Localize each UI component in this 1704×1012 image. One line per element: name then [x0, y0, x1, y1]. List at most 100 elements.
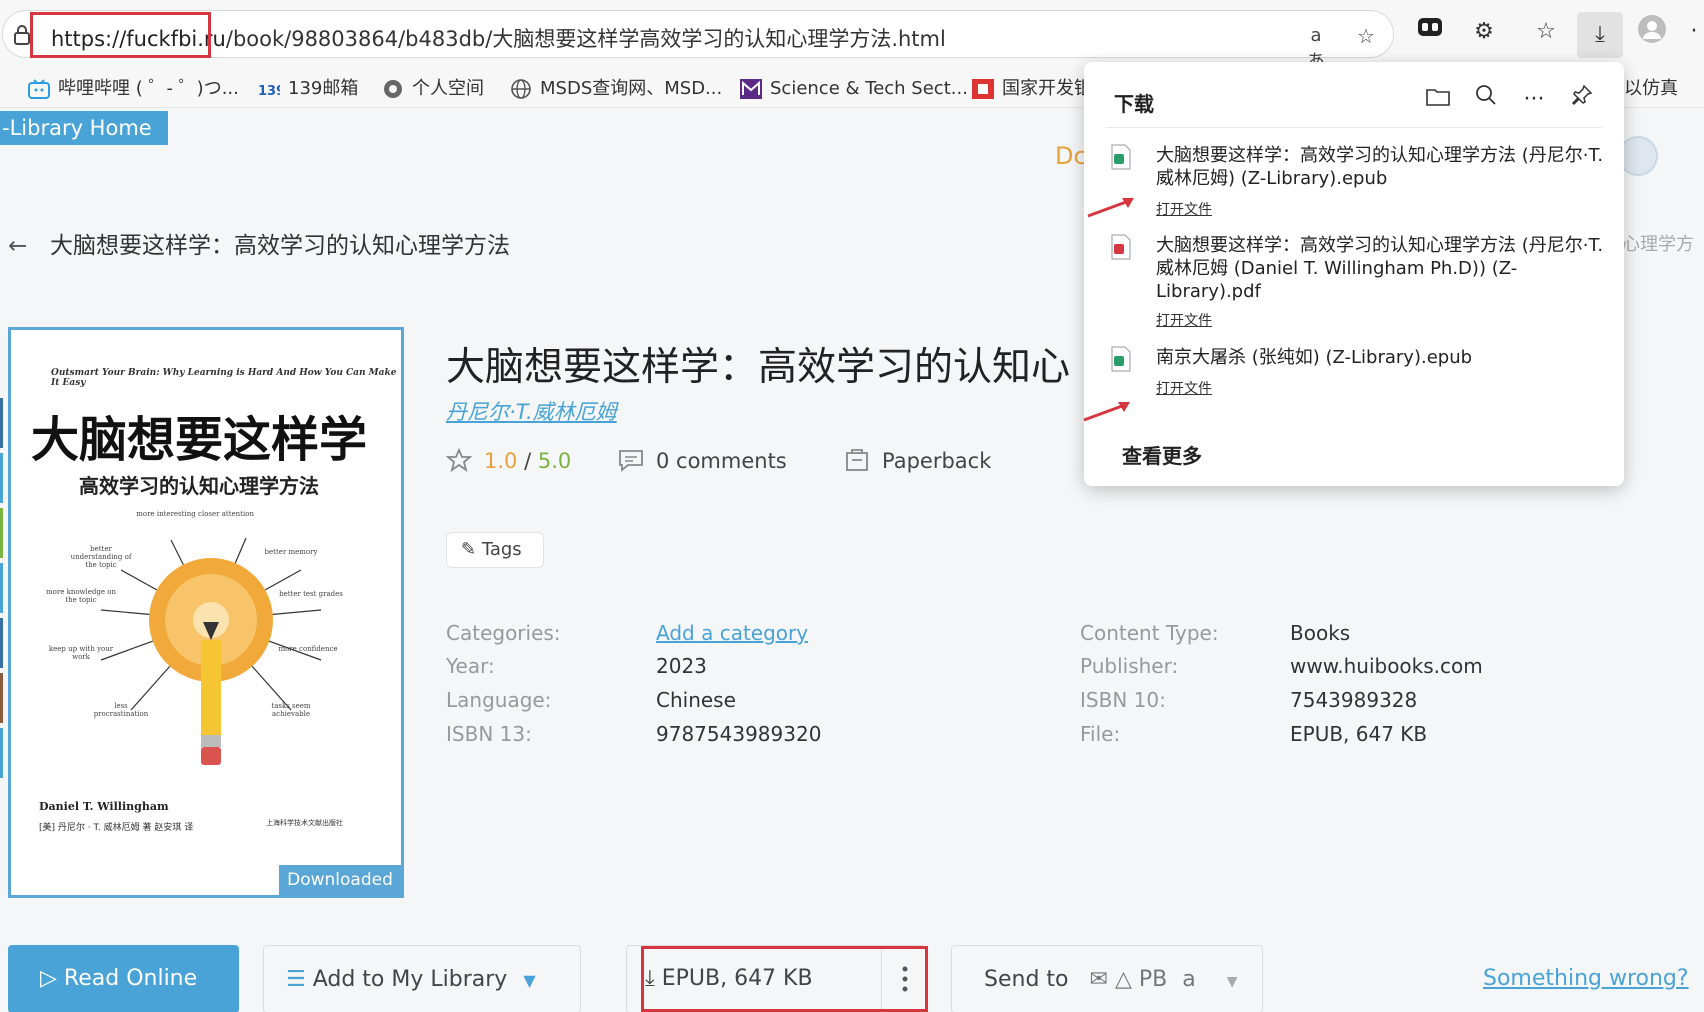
rating-value: 1.0 [484, 449, 518, 473]
favorite-star-icon[interactable]: ☆ [1353, 23, 1379, 49]
lock-icon[interactable] [13, 25, 31, 45]
side-strip [0, 453, 3, 503]
right-title-fragment: 心理学方 [1622, 234, 1694, 255]
extensions-icon[interactable]: ⚙ [1466, 14, 1502, 50]
back-arrow-icon[interactable]: ← [8, 233, 36, 259]
rating[interactable]: 1.0 / 5.0 [446, 448, 571, 473]
mail-icon: ✉ [1089, 967, 1108, 992]
detail-value: Books [1290, 621, 1351, 645]
detail-value: Chinese [656, 688, 736, 712]
side-strip [0, 673, 3, 723]
pin-icon[interactable] [1566, 84, 1598, 116]
side-strip [0, 563, 3, 613]
space-icon [384, 80, 402, 98]
downloads-panel-title: 下载 [1114, 92, 1154, 116]
more-options-icon[interactable]: ··· [1518, 84, 1550, 116]
breadcrumb: ← 大脑想要这样学：高效学习的认知心理学方法 [8, 226, 510, 260]
bank-icon [972, 79, 994, 99]
bookmark-msds[interactable]: MSDS查询网、MSD... [510, 74, 722, 104]
panel-separator [1106, 127, 1602, 128]
cover-author-cn: [美] 丹尼尔 · T. 威林厄姆 著 赵安琪 译 [39, 823, 194, 833]
cover-title: 大脑想要这样学 [31, 412, 368, 468]
rating-separator: / [517, 449, 538, 473]
library-icon: ☰ [286, 967, 313, 992]
add-category-link[interactable]: Add a category [656, 621, 808, 645]
book-title: 大脑想要这样学：高效学习的认知心 [446, 345, 1071, 390]
book-cover[interactable]: Outsmart Your Brain: Why Learning is Har… [8, 327, 404, 898]
author-link[interactable]: 丹尼尔·T.威林厄姆 [446, 396, 617, 426]
comment-icon [619, 450, 643, 472]
cover-label: less procrastination [93, 702, 149, 718]
download-item-name[interactable]: 大脑想要这样学：高效学习的认知心理学方法 (丹尼尔·T.威林厄姆 (Daniel… [1156, 234, 1606, 303]
search-icon[interactable] [1470, 84, 1502, 116]
cover-label: more confidence [278, 645, 338, 653]
comments[interactable]: 0 comments [618, 448, 787, 473]
downloaded-badge: Downloaded [279, 865, 401, 895]
download-highlight-box [641, 946, 928, 1012]
detail-label: ISBN 10: [1080, 688, 1166, 712]
open-file-link[interactable]: 打开文件 [1156, 310, 1212, 330]
send-to-button[interactable]: Send to ✉ △ PB a ▼ [951, 945, 1263, 1012]
read-aloud-icon[interactable]: aあ [1303, 23, 1329, 72]
partial-link-text[interactable]: Dc [1055, 142, 1087, 170]
cover-label: keep up with your work [48, 645, 114, 661]
read-online-button[interactable]: ▷ Read Online [8, 945, 239, 1012]
bookmark-simulation[interactable]: 以仿真 [1624, 74, 1678, 104]
bookmark-139mail[interactable]: 139139邮箱 [258, 74, 358, 104]
cover-subtitle-en: Outsmart Your Brain: Why Learning is Har… [51, 368, 397, 388]
download-item-name[interactable]: 南京大屠杀 (张纯如) (Z-Library).epub [1156, 346, 1606, 369]
downloads-icon[interactable]: ⤓ [1577, 12, 1623, 58]
user-avatar[interactable] [1618, 136, 1658, 176]
side-strip [0, 618, 3, 668]
more-dots-icon[interactable]: · [1684, 14, 1704, 50]
detail-label: Categories: [446, 621, 561, 645]
folder-icon[interactable] [1422, 84, 1454, 116]
detail-label: Language: [446, 688, 552, 712]
drive-icon: △ [1114, 967, 1132, 992]
pdf-file-icon [1111, 234, 1131, 260]
pencil-icon: ✎ [461, 539, 482, 560]
epub-file-icon [1111, 144, 1131, 170]
cover-label: tasks seem achievable [271, 702, 311, 718]
cover-label: better understanding of the topic [70, 545, 132, 569]
tab-actions-icon[interactable] [1412, 14, 1448, 50]
library-home-link[interactable]: -Library Home [0, 111, 168, 145]
chevron-down-icon: ▼ [523, 971, 536, 990]
cover-label: better test grades [279, 590, 343, 598]
cover-label: closer attention [198, 510, 254, 518]
epub-file-icon [1111, 346, 1131, 372]
favorites-icon[interactable]: ☆ [1528, 14, 1564, 50]
cover-subtitle-cn: 高效学习的认知心理学方法 [79, 474, 319, 498]
open-file-link[interactable]: 打开文件 [1156, 199, 1212, 219]
download-item-name[interactable]: 大脑想要这样学：高效学习的认知心理学方法 (丹尼尔·T.威林厄姆) (Z-Lib… [1156, 144, 1606, 190]
play-icon: ▷ [40, 966, 64, 991]
profile-avatar[interactable] [1634, 14, 1670, 50]
detail-value: 7543989328 [1290, 688, 1418, 712]
downloads-panel: 下载 ··· 大脑想要这样学：高效学习的认知心理学方法 (丹尼尔·T.威林厄姆)… [1084, 62, 1624, 486]
red-arrow-annotation [1083, 402, 1130, 422]
mail139-icon: 139 [258, 84, 280, 99]
detail-label: Publisher: [1080, 654, 1179, 678]
bookmark-personal-space[interactable]: 个人空间 [382, 74, 484, 104]
detail-value: EPUB, 647 KB [1290, 722, 1428, 746]
amazon-icon: a [1182, 967, 1196, 992]
bilibili-icon [28, 79, 50, 99]
side-strip [0, 508, 3, 558]
see-more-link[interactable]: 查看更多 [1122, 440, 1202, 469]
bookmark-science-tech[interactable]: Science & Tech Sect... [740, 74, 968, 104]
detail-label: Content Type: [1080, 621, 1219, 645]
cover-author-en: Daniel T. Willingham [39, 800, 169, 813]
something-wrong-link[interactable]: Something wrong? [1483, 966, 1689, 991]
detail-label: Year: [446, 654, 495, 678]
browser-toolbar: https://fuckfbi.ru/book/98803864/b483db/… [0, 0, 1704, 72]
detail-value: 2023 [656, 654, 707, 678]
detail-value: 9787543989320 [656, 722, 822, 746]
cover-label: better memory [264, 548, 318, 556]
rating-max: 5.0 [537, 449, 572, 473]
open-file-link[interactable]: 打开文件 [1156, 378, 1212, 398]
bookmark-bank[interactable]: 国家开发银 [972, 74, 1092, 104]
tags-button[interactable]: ✎ Tags [446, 532, 544, 568]
bookmark-bilibili[interactable]: 哔哩哔哩 ( ゜- ゜)つ... [28, 74, 239, 104]
cover-publisher: 上海科学技术文献出版社 [266, 819, 343, 827]
add-to-library-button[interactable]: ☰ Add to My Library ▼ [263, 945, 581, 1012]
